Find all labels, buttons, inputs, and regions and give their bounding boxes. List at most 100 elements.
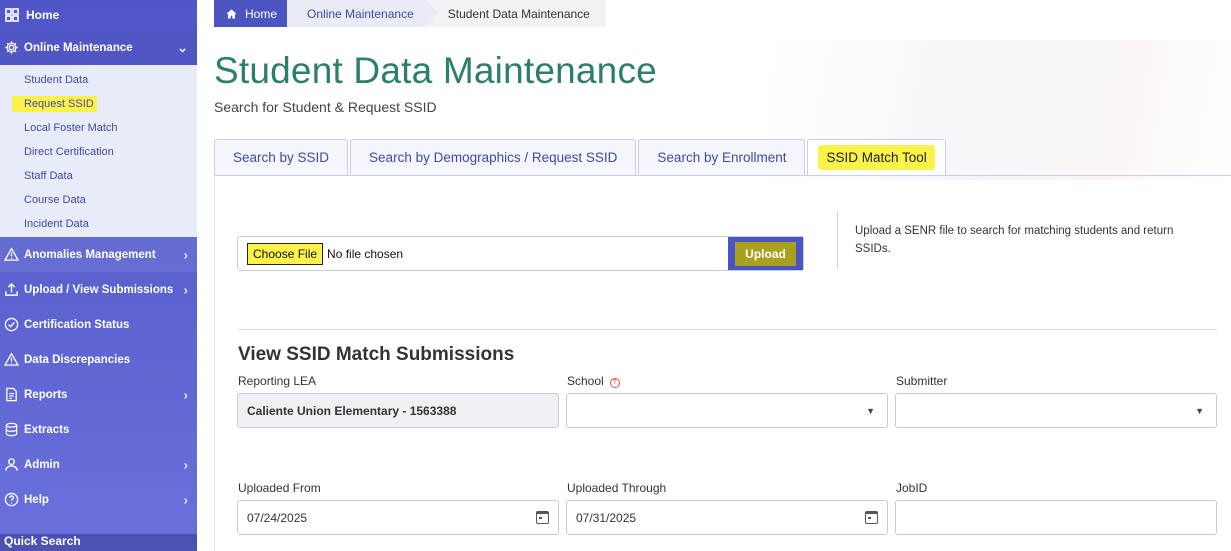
chevron-right-icon: › bbox=[183, 457, 188, 472]
sidebar-item-staff-data[interactable]: Staff Data bbox=[0, 164, 197, 188]
nav-anomalies-management[interactable]: Anomalies Management › bbox=[0, 237, 197, 272]
nav-online-maintenance-label: Online Maintenance bbox=[24, 41, 133, 54]
submitter-select[interactable]: ▼ bbox=[895, 393, 1217, 428]
file-upload-field[interactable]: Choose File No file chosen Upload bbox=[237, 236, 804, 271]
sidebar-item-local-foster-match[interactable]: Local Foster Match bbox=[0, 116, 197, 140]
tab-label: Search by Demographics / Request SSID bbox=[369, 150, 618, 165]
breadcrumb-online-maintenance[interactable]: Online Maintenance bbox=[287, 0, 438, 27]
breadcrumb-current: Student Data Maintenance bbox=[425, 0, 606, 27]
sidebar-item-student-data[interactable]: Student Data bbox=[0, 68, 197, 92]
warning-icon bbox=[3, 246, 20, 263]
school-select[interactable]: ▼ bbox=[566, 393, 888, 428]
uploaded-through-value: 07/31/2025 bbox=[576, 510, 637, 525]
nav-home-label: Home bbox=[26, 8, 60, 22]
quick-search[interactable]: Quick Search bbox=[0, 534, 197, 551]
breadcrumb: Home Online Maintenance Student Data Mai… bbox=[214, 0, 606, 27]
nav-extracts-label: Extracts bbox=[24, 423, 70, 436]
reporting-lea-label: Reporting LEA bbox=[238, 374, 317, 388]
home-icon bbox=[226, 8, 237, 19]
nav-certification-status[interactable]: Certification Status bbox=[0, 307, 197, 342]
breadcrumb-current-label: Student Data Maintenance bbox=[447, 6, 590, 21]
nav-admin[interactable]: Admin › bbox=[0, 447, 197, 482]
breadcrumb-home-label: Home bbox=[245, 6, 278, 21]
gear-icon bbox=[3, 39, 20, 56]
calendar-icon[interactable] bbox=[536, 511, 549, 524]
tab-ssid-match-tool[interactable]: SSID Match Tool bbox=[807, 139, 946, 175]
tab-label: Search by SSID bbox=[233, 150, 330, 165]
user-icon bbox=[3, 456, 20, 473]
grid-icon bbox=[4, 7, 20, 23]
sidebar-item-label: Student Data bbox=[24, 74, 89, 86]
nav-online-maintenance[interactable]: Online Maintenance ⌄ bbox=[0, 30, 197, 65]
caret-down-icon: ▼ bbox=[1195, 406, 1204, 416]
school-label-wrap: School? bbox=[567, 374, 620, 388]
nav-certification-label: Certification Status bbox=[24, 318, 130, 331]
page-subtitle: Search for Student & Request SSID bbox=[214, 99, 437, 115]
nav-data-discrepancies[interactable]: Data Discrepancies bbox=[0, 342, 197, 377]
uploaded-through-label: Uploaded Through bbox=[567, 481, 667, 495]
calendar-icon[interactable] bbox=[865, 511, 878, 524]
sidebar-item-course-data[interactable]: Course Data bbox=[0, 188, 197, 212]
nav-reports[interactable]: Reports › bbox=[0, 377, 197, 412]
page-title: Student Data Maintenance bbox=[214, 50, 657, 91]
sidebar-item-label: Course Data bbox=[24, 194, 86, 206]
help-circle-icon bbox=[3, 491, 20, 508]
jobid-label: JobID bbox=[896, 481, 928, 495]
chevron-right-icon: › bbox=[183, 492, 188, 507]
submitter-label: Submitter bbox=[896, 374, 948, 388]
nav-reports-label: Reports bbox=[24, 388, 68, 401]
upload-button[interactable]: Upload bbox=[728, 237, 803, 270]
tab-bar: Search by SSID Search by Demographics / … bbox=[214, 139, 948, 175]
sidebar: Home Online Maintenance ⌄ Student Data R… bbox=[0, 0, 197, 551]
sidebar-item-label: Local Foster Match bbox=[24, 122, 118, 134]
uploaded-from-value: 07/24/2025 bbox=[247, 510, 308, 525]
divider bbox=[837, 211, 838, 269]
chevron-down-icon: ⌄ bbox=[177, 39, 188, 55]
help-icon[interactable]: ? bbox=[609, 378, 620, 388]
uploaded-from-field[interactable]: 07/24/2025 bbox=[237, 500, 559, 535]
check-circle-icon bbox=[3, 316, 20, 333]
uploaded-from-label: Uploaded From bbox=[238, 481, 321, 495]
nav-home[interactable]: Home bbox=[0, 0, 197, 30]
tab-search-by-ssid[interactable]: Search by SSID bbox=[214, 139, 349, 175]
jobid-field[interactable] bbox=[895, 500, 1217, 535]
online-maintenance-submenu: Student Data Request SSID Local Foster M… bbox=[0, 65, 197, 237]
tab-search-by-demographics[interactable]: Search by Demographics / Request SSID bbox=[350, 139, 637, 175]
main-content: Home Online Maintenance Student Data Mai… bbox=[197, 0, 1231, 551]
upload-button-label: Upload bbox=[735, 241, 796, 266]
uploaded-through-field[interactable]: 07/31/2025 bbox=[566, 500, 888, 535]
nav-discrepancies-label: Data Discrepancies bbox=[24, 353, 131, 366]
nav-extracts[interactable]: Extracts bbox=[0, 412, 197, 447]
breadcrumb-middle-label: Online Maintenance bbox=[307, 6, 414, 21]
sidebar-item-label: Incident Data bbox=[24, 218, 89, 230]
section-title: View SSID Match Submissions bbox=[238, 344, 515, 365]
choose-file-button[interactable]: Choose File bbox=[247, 242, 324, 265]
nav-help-label: Help bbox=[24, 493, 49, 506]
sidebar-item-incident-data[interactable]: Incident Data bbox=[0, 212, 197, 236]
upload-help-text: Upload a SENR file to search for matchin… bbox=[855, 225, 1174, 255]
nav-upload-view-submissions[interactable]: Upload / View Submissions › bbox=[0, 272, 197, 307]
divider bbox=[237, 329, 1217, 330]
database-icon bbox=[3, 421, 20, 438]
sidebar-item-request-ssid[interactable]: Request SSID bbox=[0, 92, 197, 116]
sidebar-item-label: Request SSID bbox=[12, 96, 97, 112]
sidebar-item-direct-certification[interactable]: Direct Certification bbox=[0, 140, 197, 164]
upload-icon bbox=[3, 281, 20, 298]
breadcrumb-home[interactable]: Home bbox=[214, 0, 300, 27]
tab-search-by-enrollment[interactable]: Search by Enrollment bbox=[638, 139, 806, 175]
nav-anomalies-label: Anomalies Management bbox=[24, 248, 156, 261]
document-icon bbox=[3, 386, 20, 403]
nav-admin-label: Admin bbox=[24, 458, 60, 471]
tab-label: Search by Enrollment bbox=[657, 150, 787, 165]
sidebar-item-label: Staff Data bbox=[24, 170, 73, 182]
chevron-right-icon: › bbox=[183, 387, 188, 402]
tab-label: SSID Match Tool bbox=[818, 145, 935, 170]
chevron-right-icon: › bbox=[183, 247, 188, 262]
reporting-lea-field: Caliente Union Elementary - 1563388 bbox=[237, 393, 559, 428]
sidebar-item-label: Direct Certification bbox=[24, 146, 114, 158]
caret-down-icon: ▼ bbox=[866, 406, 875, 416]
file-status-text: No file chosen bbox=[327, 246, 404, 261]
school-label: School bbox=[567, 374, 604, 388]
nav-help[interactable]: Help › bbox=[0, 482, 197, 517]
nav-upload-label: Upload / View Submissions bbox=[24, 283, 174, 296]
